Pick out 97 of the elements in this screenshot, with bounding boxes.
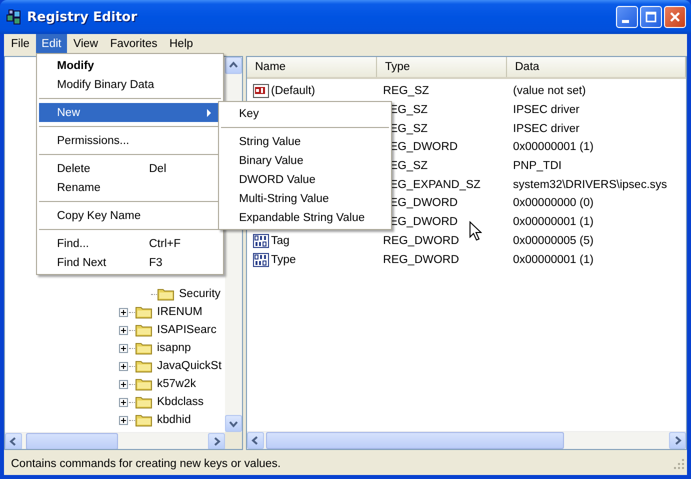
value-data: 0x00000001 (1) [512, 216, 595, 228]
value-data: IPSEC driver [512, 104, 580, 116]
scroll-up-button[interactable] [225, 57, 242, 74]
expand-toggle[interactable] [119, 326, 128, 334]
value-type: EG_DWORD [389, 197, 459, 210]
status-text: Contains commands for creating new keys or values. [11, 458, 282, 470]
chevron-left-icon [251, 436, 260, 445]
tree-item[interactable]: Security [179, 288, 221, 300]
expand-toggle[interactable] [119, 344, 128, 352]
chevron-down-icon [229, 419, 238, 428]
scroll-right-button[interactable] [208, 433, 225, 449]
value-type: EG_EXPAND_SZ [389, 178, 482, 191]
value-data: 0x00000001 (1) [512, 141, 595, 154]
menu-item[interactable]: Find... Ctrl+F [39, 234, 221, 253]
menu-item[interactable]: View [67, 34, 104, 53]
value-data: 0x00000000 (0) [512, 197, 595, 210]
folder-icon [135, 377, 153, 391]
horizontal-scrollbar[interactable] [5, 432, 225, 449]
folder-icon [157, 287, 175, 301]
close-button[interactable] [664, 6, 686, 28]
menu-item[interactable]: Binary Value [221, 151, 389, 170]
menu-item[interactable]: Modify Binary Data [39, 75, 221, 94]
chevron-right-icon [212, 437, 221, 446]
folder-icon [135, 323, 153, 337]
tree-item[interactable]: ISAPISearc [157, 324, 216, 336]
horizontal-scrollbar[interactable] [247, 431, 686, 449]
value-name: (Default) [271, 85, 316, 98]
binary-value-icon [253, 252, 269, 268]
string-value-icon [253, 83, 269, 100]
menu-item[interactable]: Copy Key Name [39, 206, 221, 225]
maximize-button[interactable] [640, 6, 662, 28]
expand-toggle[interactable] [119, 380, 128, 388]
value-type: REG_DWORD [382, 234, 460, 247]
value-name: Type [271, 254, 296, 266]
scroll-down-button[interactable] [225, 415, 242, 432]
menu-item[interactable]: Rename [39, 178, 221, 197]
menu-item[interactable]: Find Next F3 [39, 253, 221, 272]
window-title: Registry Editor [27, 10, 138, 24]
tree-item[interactable]: Kbdclass [157, 396, 204, 408]
folder-icon [135, 395, 153, 409]
scroll-left-button[interactable] [5, 433, 22, 449]
value-type: EG_DWORD [389, 141, 459, 154]
value-name: Tag [271, 234, 290, 247]
menu-item[interactable]: File [5, 34, 36, 53]
menu-item[interactable]: Edit [36, 34, 68, 53]
menu-item[interactable]: String Value [221, 132, 389, 151]
tree-item[interactable]: k57w2k [157, 378, 196, 390]
expand-toggle[interactable] [119, 398, 128, 406]
menu-item[interactable]: Favorites [104, 34, 164, 53]
maximize-icon [645, 11, 657, 23]
value-type: EG_DWORD [389, 216, 459, 228]
value-data: 0x00000001 (1) [512, 254, 595, 266]
close-icon [669, 11, 681, 23]
menu-item[interactable]: Help [163, 34, 200, 53]
folder-icon [135, 413, 153, 427]
minimize-button[interactable] [616, 6, 638, 28]
value-type: REG_DWORD [382, 254, 460, 266]
expand-toggle[interactable] [119, 308, 128, 316]
value-type: REG_SZ [382, 85, 430, 98]
column-header[interactable]: Name [247, 57, 377, 77]
menu-item[interactable]: DWORD Value [221, 170, 389, 189]
chevron-right-icon [673, 436, 682, 445]
minimize-icon [622, 20, 628, 22]
tree-item[interactable]: kbdhid [157, 414, 191, 426]
folder-icon [135, 341, 153, 355]
value-data: PNP_TDI [512, 160, 563, 172]
tree-item[interactable]: IRENUM [157, 306, 202, 318]
menu-item[interactable]: Expandable String Value [221, 208, 389, 227]
scroll-right-button[interactable] [669, 432, 686, 449]
chevron-left-icon [9, 437, 18, 446]
folder-icon [135, 359, 153, 373]
folder-icon [135, 305, 153, 319]
menu-item[interactable]: New [39, 103, 221, 122]
scroll-thumb[interactable] [266, 432, 564, 449]
menu-item[interactable]: Key [221, 104, 389, 123]
chevron-up-icon [229, 61, 238, 70]
registry-app-icon [6, 9, 22, 25]
expand-toggle[interactable] [119, 362, 128, 370]
tree-item[interactable]: isapnp [157, 342, 191, 354]
tree-item[interactable]: JavaQuickSt [157, 360, 222, 372]
expand-toggle[interactable] [119, 416, 128, 424]
menu-item[interactable]: Delete Del [39, 159, 221, 178]
scroll-thumb[interactable] [26, 433, 118, 449]
scrollbar-corner [225, 432, 242, 449]
menu-item[interactable]: Permissions... [39, 131, 221, 150]
column-header[interactable]: Data [507, 57, 686, 77]
value-data: (value not set) [512, 85, 587, 98]
menu-item[interactable]: Modify [39, 56, 221, 75]
mouse-pointer-icon [469, 221, 482, 241]
scroll-left-button[interactable] [247, 432, 264, 449]
resize-grip-icon[interactable] [673, 458, 685, 470]
column-header[interactable]: Type [377, 57, 507, 77]
value-data: 0x00000005 (5) [512, 234, 595, 247]
value-data: system32\DRIVERS\ipsec.sys [512, 178, 668, 191]
binary-value-icon [253, 232, 269, 249]
value-data: IPSEC driver [512, 122, 580, 135]
menu-item[interactable]: Multi-String Value [221, 189, 389, 208]
